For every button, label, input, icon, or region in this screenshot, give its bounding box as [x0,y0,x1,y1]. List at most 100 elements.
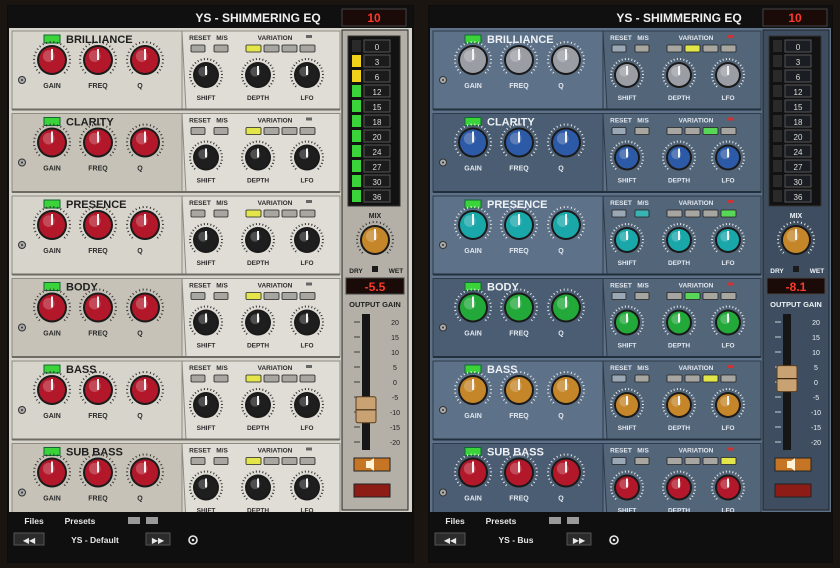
reset-button[interactable] [190,44,206,53]
preset-store-button[interactable] [128,517,140,524]
preset-store-button[interactable] [549,517,561,524]
ms-button[interactable] [213,374,229,383]
variation-button-3[interactable] [281,457,298,465]
variation-button-4[interactable] [720,457,737,465]
preset-load-button[interactable] [146,517,158,524]
preset-load-button[interactable] [567,517,579,524]
variation-button-3[interactable] [702,457,719,465]
reset-button[interactable] [611,457,627,465]
ms-button[interactable] [634,374,650,383]
variation-button-2[interactable] [263,292,280,300]
ms-button[interactable] [213,457,229,465]
variation-button-2[interactable] [684,44,701,53]
reset-button[interactable] [190,457,206,465]
reset-button[interactable] [190,209,206,218]
variation-button-4[interactable] [720,127,737,135]
variation-button-4[interactable] [720,209,737,218]
variation-button-2[interactable] [263,127,280,135]
variation-button-4[interactable] [720,374,737,383]
band-enable-led[interactable] [43,447,61,456]
variation-button-2[interactable] [263,44,280,53]
variation-button-4[interactable] [720,292,737,300]
variation-button-4[interactable] [299,209,316,218]
ms-button[interactable] [213,127,229,135]
variation-button-2[interactable] [263,209,280,218]
band-enable-led[interactable] [464,447,482,456]
ms-button[interactable] [634,127,650,135]
variation-button-2[interactable] [684,457,701,465]
band-name: BASS [66,364,97,376]
band-enable-led[interactable] [464,364,482,374]
variation-button-4[interactable] [299,374,316,383]
reset-button[interactable] [611,127,627,135]
variation-button-4[interactable] [299,127,316,135]
band-enable-led[interactable] [43,282,61,291]
variation-button-1[interactable] [245,374,262,383]
variation-button-2[interactable] [263,457,280,465]
variation-button-1[interactable] [666,374,683,383]
band-enable-led[interactable] [464,117,482,126]
variation-button-1[interactable] [245,209,262,218]
variation-button-2[interactable] [684,209,701,218]
variation-button-3[interactable] [702,209,719,218]
bypass-button[interactable] [353,483,391,498]
band-name: PRESENCE [487,199,548,211]
dry-label: DRY [770,268,784,275]
ms-button[interactable] [634,44,650,53]
ms-button[interactable] [213,209,229,218]
reset-button[interactable] [190,127,206,135]
variation-button-2[interactable] [263,374,280,383]
meter-scale-label: 3 [375,58,380,67]
variation-button-2[interactable] [684,374,701,383]
variation-button-2[interactable] [684,292,701,300]
ms-button[interactable] [634,209,650,218]
band-brilliance: BRILLIANCE GAIN FREQ Q RESET M/S VARIATION SHIF… [11,30,341,111]
variation-button-1[interactable] [245,127,262,135]
variation-button-4[interactable] [299,457,316,465]
reset-button[interactable] [611,374,627,383]
band-enable-led[interactable] [464,282,482,291]
band-enable-led[interactable] [43,199,61,209]
bypass-button[interactable] [774,483,812,498]
band-enable-led[interactable] [43,364,61,374]
variation-button-3[interactable] [281,127,298,135]
band-clarity: CLARITYGAIN FREQ QRESET M/S VARIATIONSHIFT DE… [432,113,762,193]
band-enable-led[interactable] [464,34,482,44]
band-enable-led[interactable] [464,199,482,209]
variation-button-1[interactable] [245,44,262,53]
variation-button-1[interactable] [666,44,683,53]
variation-button-3[interactable] [281,209,298,218]
ms-button[interactable] [634,457,650,465]
ms-button[interactable] [634,292,650,300]
variation-button-1[interactable] [245,457,262,465]
variation-button-3[interactable] [702,127,719,135]
band-enable-led[interactable] [43,117,61,126]
q-label: Q [137,248,143,255]
reset-button[interactable] [190,374,206,383]
variation-button-4[interactable] [299,44,316,53]
variation-button-1[interactable] [666,292,683,300]
variation-button-3[interactable] [702,292,719,300]
band-name: BASS [487,364,518,376]
variation-button-3[interactable] [281,44,298,53]
variation-button-1[interactable] [666,127,683,135]
reset-button[interactable] [611,292,627,300]
reset-button[interactable] [190,292,206,300]
variation-button-2[interactable] [684,127,701,135]
variation-button-3[interactable] [281,292,298,300]
meter-scale-label: 3 [796,58,801,67]
band-enable-led[interactable] [43,34,61,44]
files-label: Files [24,516,44,526]
variation-button-1[interactable] [666,457,683,465]
variation-button-3[interactable] [702,44,719,53]
variation-button-1[interactable] [666,209,683,218]
reset-button[interactable] [611,209,627,218]
variation-button-3[interactable] [702,374,719,383]
ms-button[interactable] [213,292,229,300]
variation-button-1[interactable] [245,292,262,300]
variation-button-4[interactable] [720,44,737,53]
ms-button[interactable] [213,44,229,53]
reset-button[interactable] [611,44,627,53]
variation-button-4[interactable] [299,292,316,300]
variation-button-3[interactable] [281,374,298,383]
